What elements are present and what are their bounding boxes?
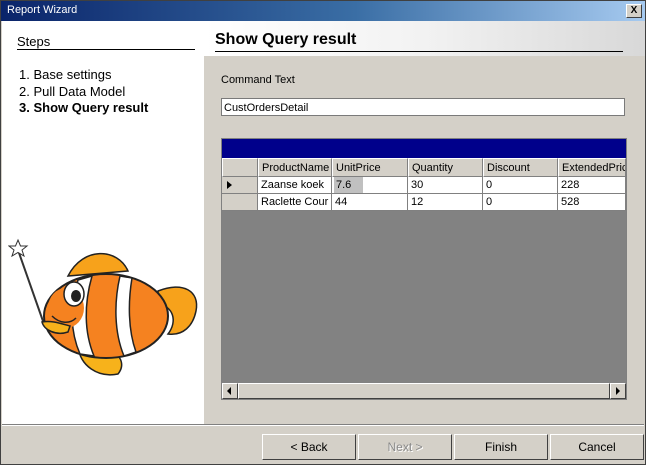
clownfish-mascot-icon [8, 238, 198, 376]
scroll-thumb[interactable] [238, 383, 610, 399]
column-header-discount[interactable]: Discount [483, 158, 558, 177]
report-wizard-window: Report Wizard X Steps 1. Base settings 2… [0, 0, 646, 465]
grid-cell[interactable]: 30 [408, 177, 483, 194]
next-button[interactable]: Next > [358, 434, 452, 460]
arrow-left-icon [227, 387, 231, 395]
page-title: Show Query result [215, 31, 357, 48]
command-text-label: Command Text [221, 74, 295, 86]
row-selector[interactable] [222, 194, 258, 211]
horizontal-scrollbar[interactable] [222, 383, 626, 399]
page-header: Show Query result [204, 21, 645, 56]
grid-cell[interactable]: 44 [332, 194, 408, 211]
grid-cell[interactable]: 0 [483, 194, 558, 211]
title-bar: Report Wizard X [1, 1, 645, 21]
steps-panel: Steps 1. Base settings 2. Pull Data Mode… [2, 21, 204, 424]
step-pull-data-model: 2. Pull Data Model [19, 84, 126, 99]
finish-button[interactable]: Finish [454, 434, 548, 460]
command-text-input[interactable]: CustOrdersDetail [221, 98, 625, 116]
back-button[interactable]: < Back [262, 434, 356, 460]
grid-cell[interactable]: Raclette Cour [258, 194, 332, 211]
page-title-rule [215, 51, 623, 52]
step-base-settings: 1. Base settings [19, 67, 112, 82]
step-show-query-result: 3. Show Query result [19, 100, 149, 115]
column-header-quantity[interactable]: Quantity [408, 158, 483, 177]
close-button[interactable]: X [626, 4, 642, 18]
grid-cell[interactable]: 12 [408, 194, 483, 211]
window-title: Report Wizard [7, 4, 78, 16]
column-header-productname[interactable]: ProductName [258, 158, 332, 177]
query-result-grid[interactable]: ProductName UnitPrice Quantity Discount … [221, 138, 627, 400]
grid-cell-editing[interactable]: 7.6 [332, 177, 408, 194]
steps-divider [17, 49, 195, 50]
footer-divider [2, 424, 644, 426]
column-header-unitprice[interactable]: UnitPrice [332, 158, 408, 177]
grid-cell[interactable]: 528 [558, 194, 626, 211]
grid-cell-selected-text: 7.6 [334, 177, 363, 193]
row-selector[interactable] [222, 177, 258, 194]
scroll-right-button[interactable] [610, 383, 626, 399]
grid-cell[interactable]: 228 [558, 177, 626, 194]
row-indicator-icon [227, 181, 232, 189]
scroll-left-button[interactable] [222, 383, 238, 399]
grid-corner-header [222, 158, 258, 177]
grid-cell[interactable]: 0 [483, 177, 558, 194]
cancel-button[interactable]: Cancel [550, 434, 644, 460]
arrow-right-icon [616, 387, 620, 395]
grid-caption-bar [222, 139, 626, 158]
column-header-extendedprice[interactable]: ExtendedPric [558, 158, 626, 177]
close-icon: X [630, 5, 638, 16]
grid-cell[interactable]: Zaanse koek [258, 177, 332, 194]
steps-heading: Steps [17, 34, 51, 49]
